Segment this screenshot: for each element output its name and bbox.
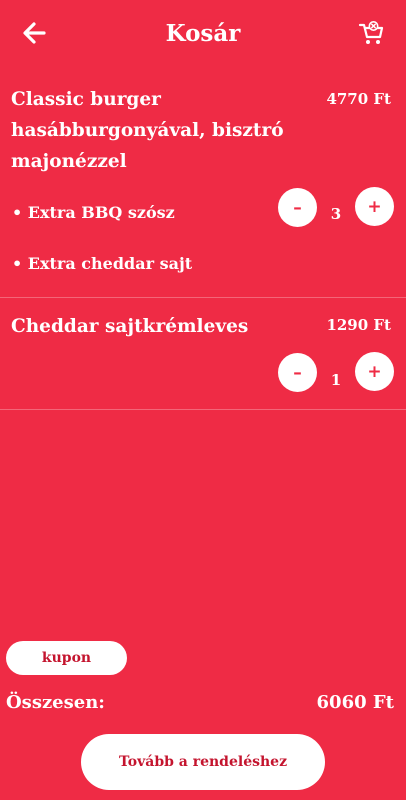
item-name: Cheddar sajtkrémleves xyxy=(11,316,249,337)
item-divider xyxy=(0,297,406,298)
coupon-button[interactable]: kupon xyxy=(6,641,127,675)
item-name: Classic burger hasábburgonyával, bisztró… xyxy=(11,89,284,172)
page-title: Kosár xyxy=(165,20,241,47)
increase-quantity-button[interactable]: + xyxy=(355,187,394,226)
quantity-value: 1 xyxy=(330,371,342,389)
cart-clear-button[interactable] xyxy=(357,18,387,48)
app-header: Kosár xyxy=(0,0,406,78)
item-price: 1290 Ft xyxy=(326,316,391,334)
decrease-quantity-button[interactable]: – xyxy=(278,353,317,392)
item-extra: • Extra cheddar sajt xyxy=(12,254,193,273)
decrease-quantity-button[interactable]: – xyxy=(278,188,317,227)
total-value: 6060 Ft xyxy=(316,692,394,713)
item-divider xyxy=(0,409,406,410)
proceed-to-order-button[interactable]: Tovább a rendeléshez xyxy=(81,734,325,790)
item-extra: • Extra BBQ szósz xyxy=(12,203,175,222)
cart-remove-icon xyxy=(358,21,384,44)
total-label: Összesen: xyxy=(6,692,105,713)
increase-quantity-button[interactable]: + xyxy=(355,352,394,391)
item-price: 4770 Ft xyxy=(326,90,391,108)
quantity-value: 3 xyxy=(330,205,342,223)
